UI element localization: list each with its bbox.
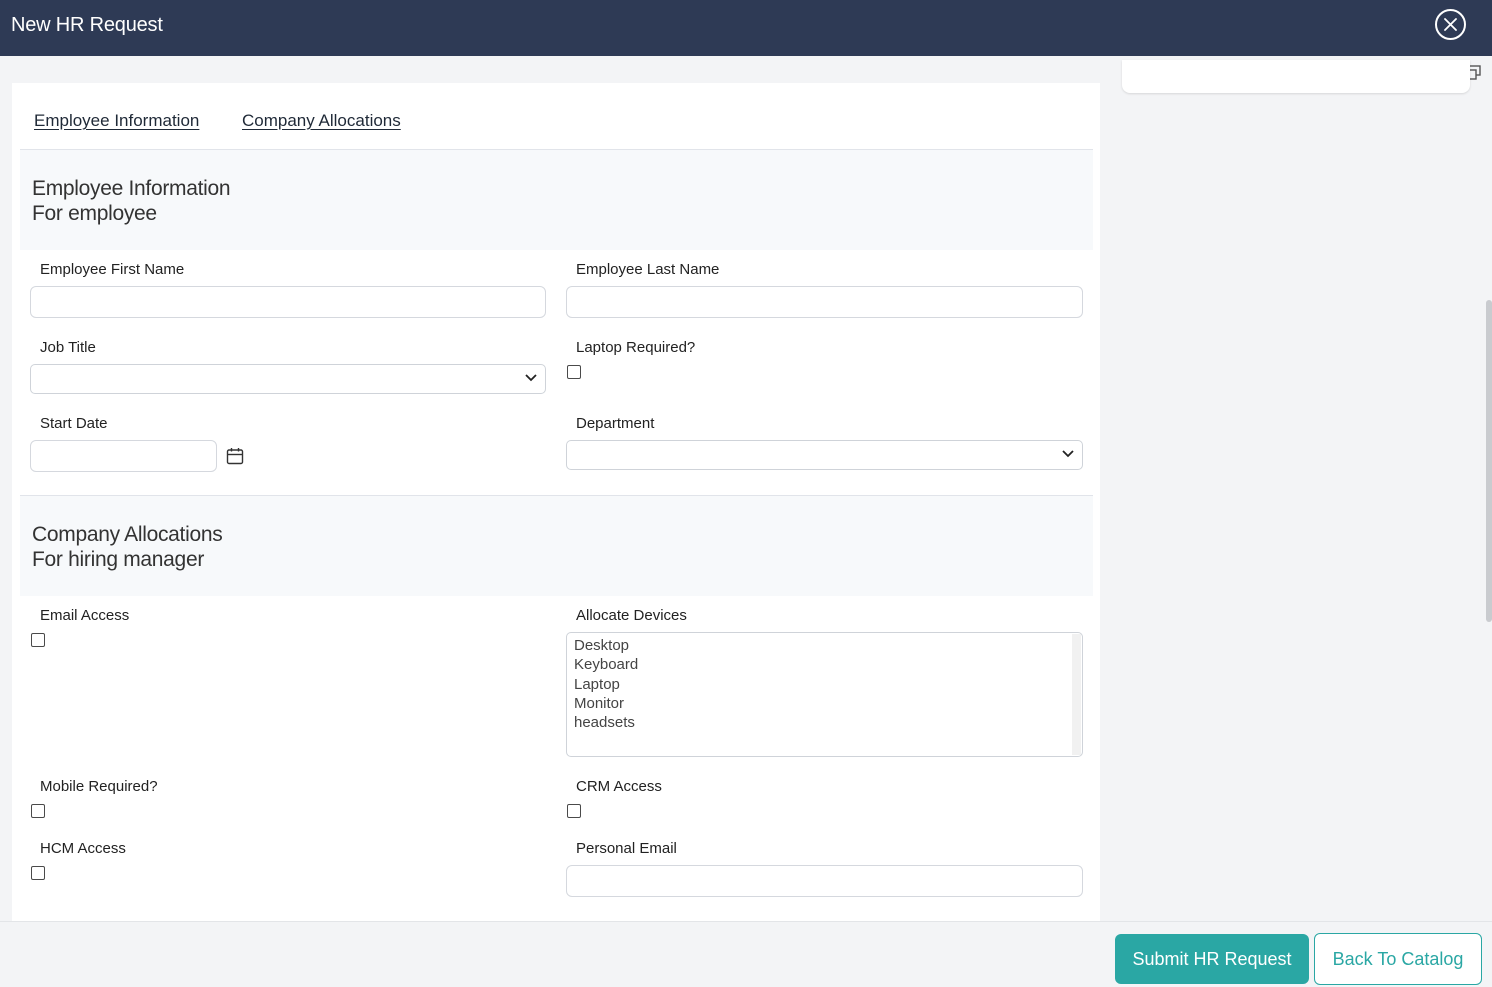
list-item[interactable]: Monitor [574,694,1082,713]
last-name-label: Employee Last Name [576,261,720,278]
job-title-select[interactable] [30,364,546,394]
modal-header: New HR Request [0,0,1492,56]
department-label: Department [576,415,655,432]
close-icon [1444,18,1457,31]
email-access-label: Email Access [40,607,130,624]
section-title: Company Allocations [32,523,223,546]
form-panel: Employee Information Company Allocations… [12,83,1100,921]
tab-employee-information[interactable]: Employee Information [34,111,199,131]
mobile-required-label: Mobile Required? [40,778,158,795]
job-title-label: Job Title [40,339,96,356]
mobile-required-checkbox[interactable] [31,804,45,818]
submit-hr-request-button[interactable]: Submit HR Request [1115,934,1309,984]
modal-title: New HR Request [11,14,163,36]
listbox-scrollbar[interactable] [1072,634,1081,755]
section-title: Employee Information [32,177,231,200]
hcm-access-checkbox[interactable] [31,866,45,880]
company-section-header: Company Allocations For hiring manager [20,496,1093,596]
tab-company-allocations[interactable]: Company Allocations [242,111,401,131]
chevron-down-icon [1062,450,1074,458]
laptop-required-label: Laptop Required? [576,339,696,356]
list-item[interactable]: headsets [574,713,1082,732]
email-access-checkbox[interactable] [31,633,45,647]
laptop-required-checkbox[interactable] [567,365,581,379]
employee-section-header: Employee Information For employee [20,150,1093,250]
personal-email-label: Personal Email [576,840,677,857]
list-item[interactable]: Laptop [574,675,1082,694]
hcm-access-label: HCM Access [40,840,126,857]
crm-access-label: CRM Access [576,778,662,795]
start-date-label: Start Date [40,415,108,432]
allocate-devices-label: Allocate Devices [576,607,687,624]
last-name-input[interactable] [566,286,1083,318]
section-tabs: Employee Information Company Allocations [12,83,1100,150]
start-date-input[interactable] [30,440,217,472]
crm-access-checkbox[interactable] [567,804,581,818]
close-button[interactable] [1435,9,1466,40]
page-scrollbar[interactable] [1486,300,1492,622]
first-name-label: Employee First Name [40,261,185,278]
side-card [1122,60,1470,93]
back-to-catalog-button[interactable]: Back To Catalog [1314,933,1482,985]
calendar-icon[interactable] [226,447,244,465]
list-item[interactable]: Desktop [574,636,1082,655]
chevron-down-icon [525,374,537,382]
personal-email-input[interactable] [566,865,1083,897]
department-select[interactable] [566,440,1083,470]
section-subtitle: For hiring manager [32,548,205,571]
first-name-input[interactable] [30,286,546,318]
section-subtitle: For employee [32,202,157,225]
list-item[interactable]: Keyboard [574,655,1082,674]
allocate-devices-listbox[interactable]: Desktop Keyboard Laptop Monitor headsets [566,632,1083,757]
